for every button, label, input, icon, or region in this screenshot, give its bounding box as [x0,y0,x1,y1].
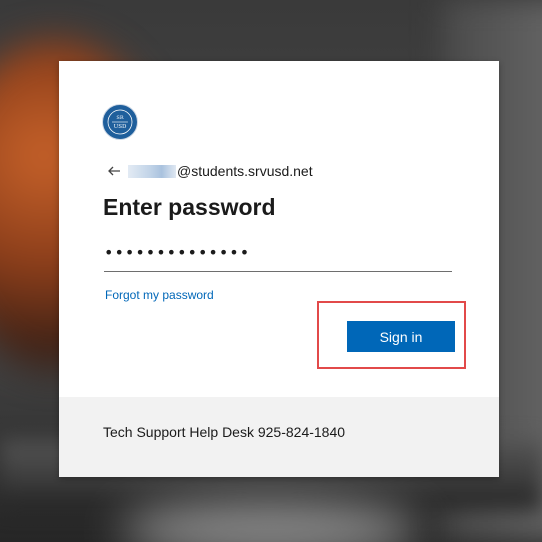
page-title: Enter password [103,194,276,220]
account-identity: @students.srvusd.net [106,161,313,181]
forgot-password-link[interactable]: Forgot my password [105,288,214,302]
district-logo-icon: SR USD [105,107,135,137]
password-field[interactable] [104,237,452,272]
footer-banner: Tech Support Help Desk 925-824-1840 [59,397,499,477]
masked-username [128,164,176,178]
signin-card: SR USD @students.srvusd.net Enter passwo… [59,61,499,477]
district-logo: SR USD [102,104,138,140]
back-arrow-icon[interactable] [106,163,122,179]
account-email-domain: @students.srvusd.net [177,163,313,179]
sign-in-button[interactable]: Sign in [347,321,455,352]
svg-text:USD: USD [114,124,127,130]
help-desk-text: Tech Support Help Desk 925-824-1840 [103,424,346,440]
svg-text:SR: SR [116,115,123,121]
